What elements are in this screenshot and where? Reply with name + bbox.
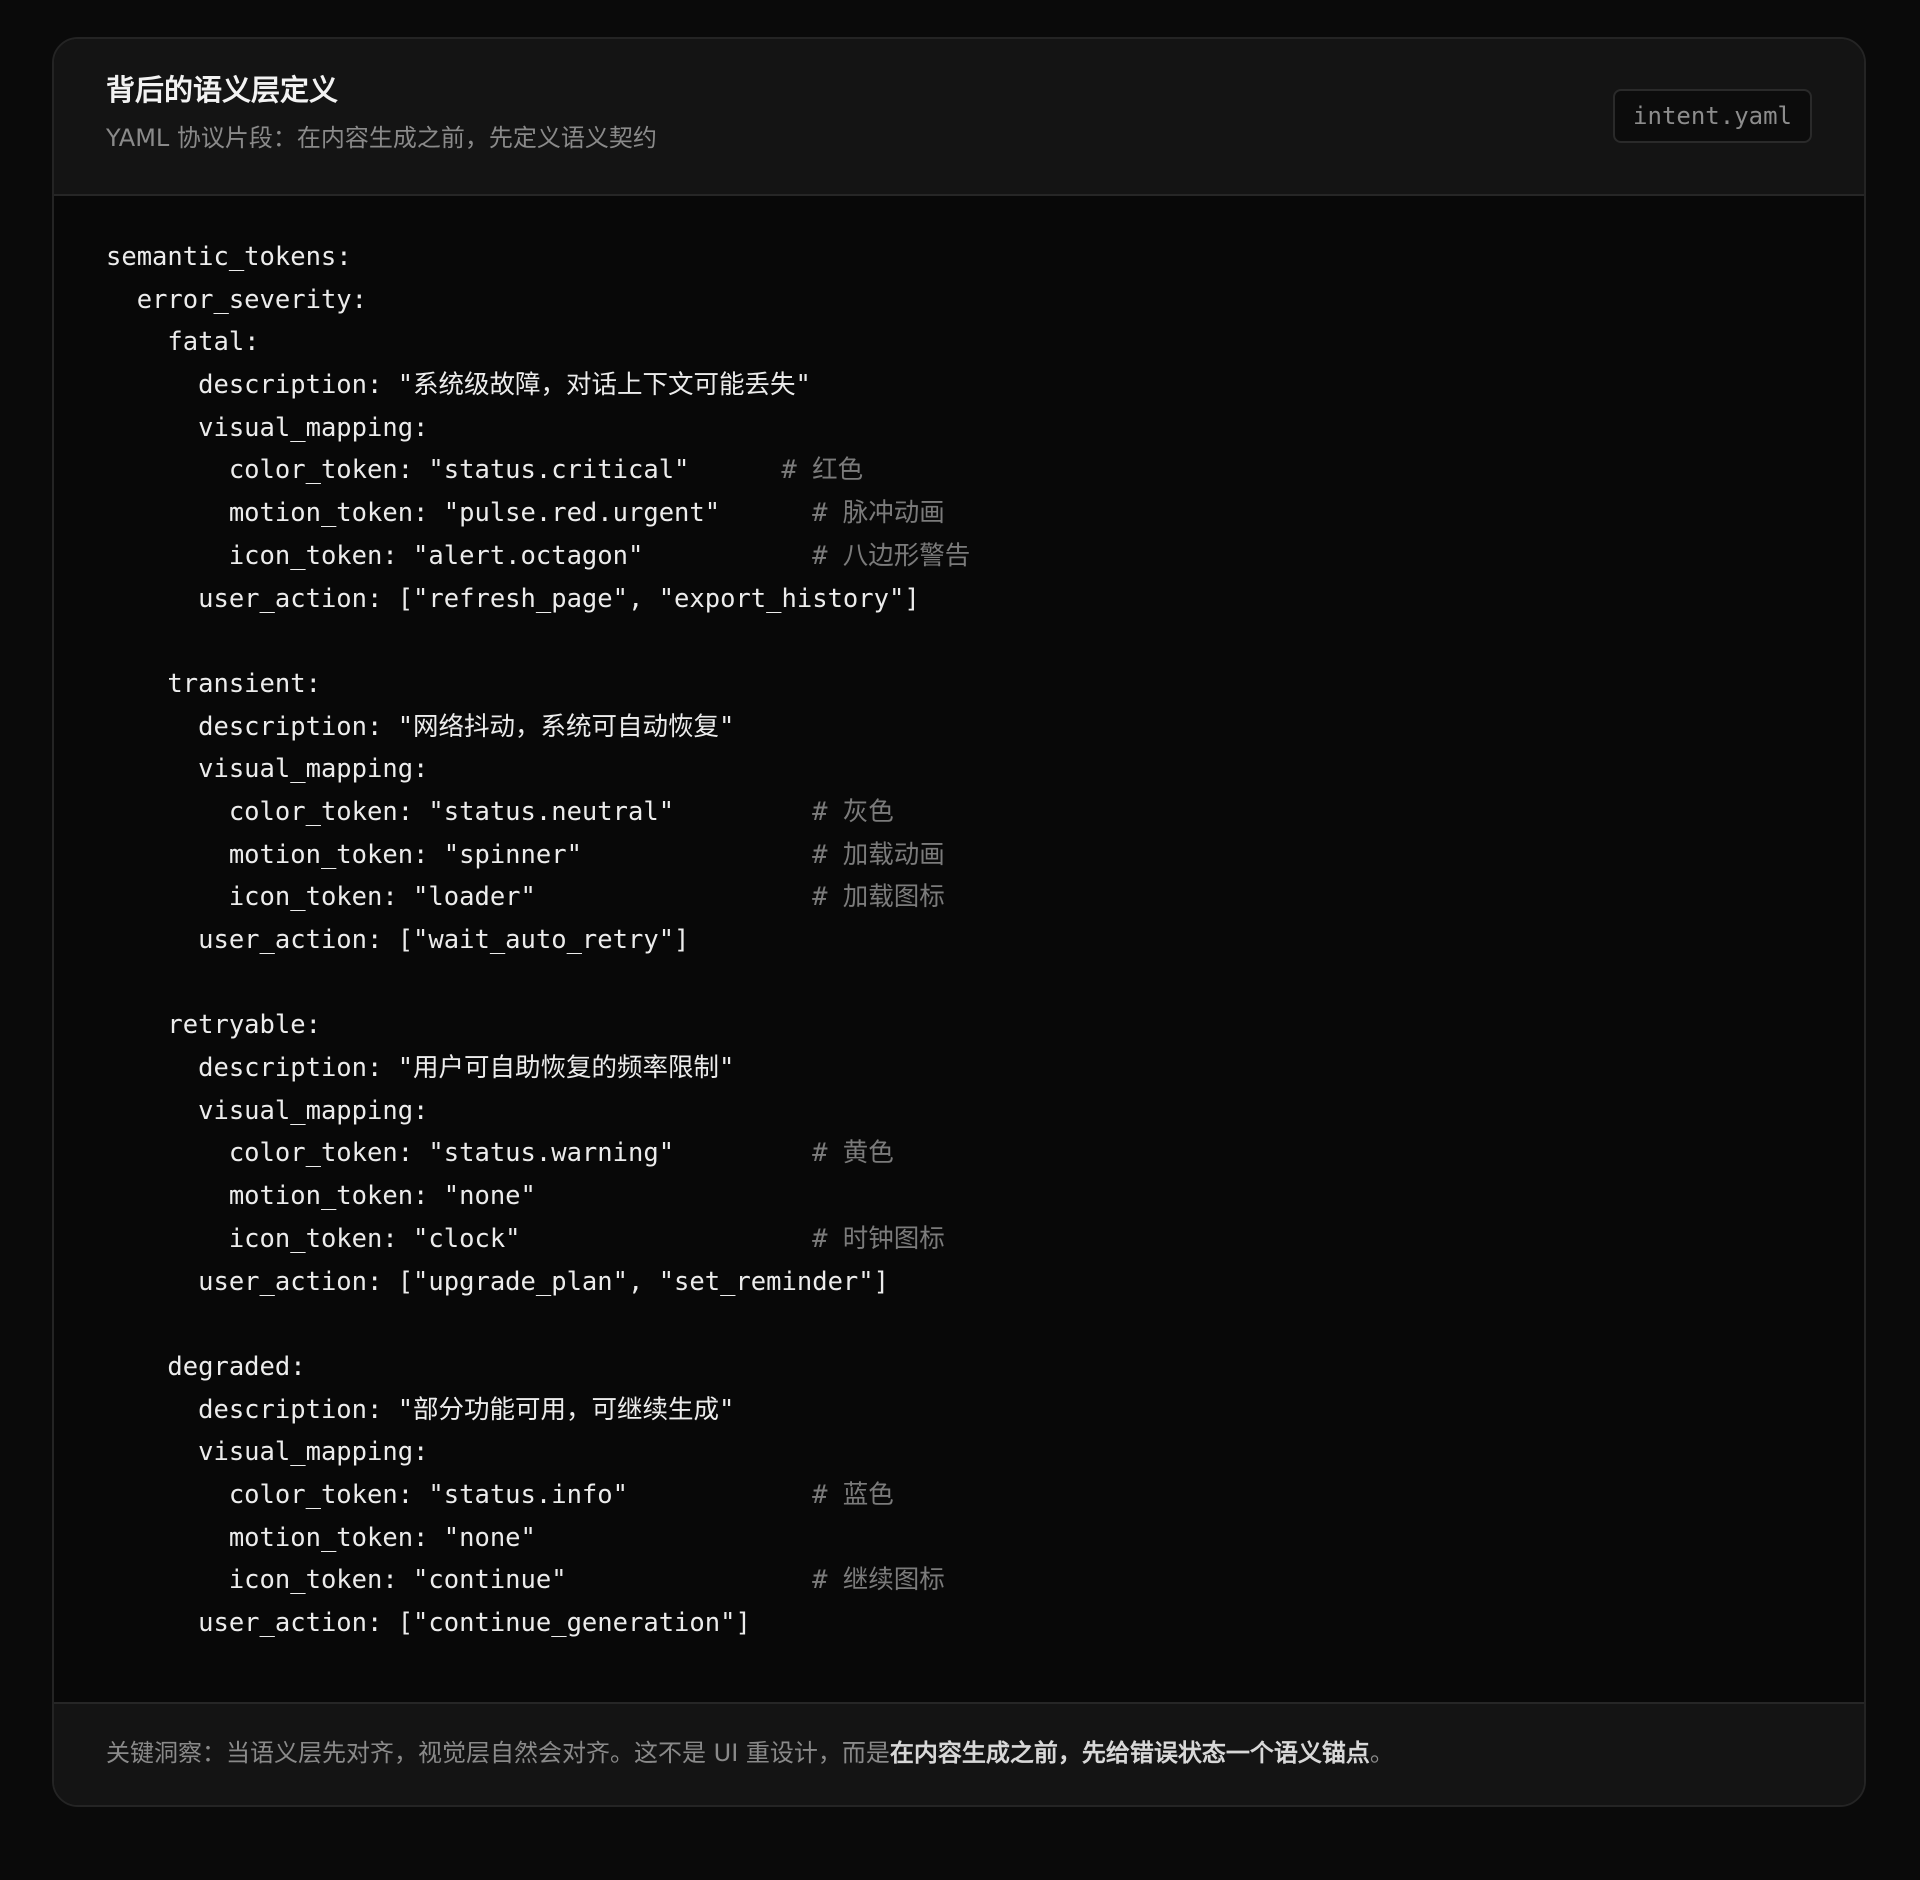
code-line-text: motion_token: "pulse.red.urgent"	[228, 498, 721, 529]
code-line-text: color_token: "status.warning"	[228, 1138, 675, 1169]
code-line-text: description: "系统级故障，对话上下文可能丢失"	[198, 370, 811, 401]
code-line: user_action: ["continue_generation"]	[106, 1602, 920, 1645]
code-comment: # 黄色	[812, 1138, 894, 1169]
code-line: visual_mapping:	[106, 1090, 920, 1133]
code-line-text: icon_token: "clock"	[228, 1223, 521, 1254]
key-insight-text: 关键洞察：当语义层先对齐，视觉层自然会对齐。这不是 UI 重设计，而是在内容生成…	[106, 1738, 1394, 1769]
code-line: icon_token: "continue" # 继续图标	[106, 1559, 945, 1602]
code-line-text: visual_mapping:	[198, 412, 429, 443]
code-line: motion_token: "none"	[106, 1175, 920, 1218]
code-comment: # 继续图标	[812, 1565, 945, 1596]
code-comment: # 加载动画	[812, 839, 945, 870]
code-line: semantic_tokens:	[106, 236, 920, 279]
code-line-text: retryable:	[167, 1010, 321, 1041]
code-line: icon_token: "alert.octagon" # 八边形警告	[106, 535, 970, 578]
code-line: description: "用户可自助恢复的频率限制"	[106, 1047, 920, 1090]
code-line: fatal:	[106, 321, 920, 364]
code-line: degraded:	[106, 1346, 920, 1389]
code-line-text: transient:	[167, 668, 321, 699]
code-line-text: motion_token: "none"	[228, 1181, 536, 1212]
code-line: user_action: ["refresh_page", "export_hi…	[106, 578, 920, 621]
key-insight-suffix: 。	[1369, 1739, 1394, 1767]
code-comment: # 时钟图标	[812, 1223, 945, 1254]
yaml-code: semantic_tokens: error_severity: fatal: …	[106, 236, 970, 1645]
code-comment: # 灰色	[812, 796, 894, 827]
code-comment: # 蓝色	[812, 1479, 894, 1510]
file-name-badge: intent.yaml	[1613, 89, 1812, 143]
code-line: icon_token: "clock" # 时钟图标	[106, 1218, 945, 1261]
code-line-text: icon_token: "alert.octagon"	[228, 540, 644, 571]
code-line-text: description: "网络抖动，系统可自动恢复"	[198, 711, 735, 742]
code-line-text: user_action: ["upgrade_plan", "set_remin…	[198, 1266, 889, 1297]
code-line: icon_token: "loader" # 加载图标	[106, 876, 945, 919]
panel-footer: 关键洞察：当语义层先对齐，视觉层自然会对齐。这不是 UI 重设计，而是在内容生成…	[54, 1702, 1864, 1805]
panel-subtitle: YAML 协议片段：在内容生成之前，先定义语义契约	[106, 124, 657, 152]
code-line-text: icon_token: "continue"	[228, 1565, 567, 1596]
code-line-text: visual_mapping:	[198, 754, 429, 785]
code-line: motion_token: "none"	[106, 1517, 920, 1560]
code-comment: # 脉冲动画	[812, 498, 945, 529]
code-line-text: semantic_tokens:	[106, 242, 352, 272]
panel-title: 背后的语义层定义	[106, 73, 339, 107]
code-line-text: user_action: ["refresh_page", "export_hi…	[198, 583, 920, 614]
code-line: transient:	[106, 663, 920, 706]
code-comment: # 红色	[781, 455, 864, 486]
code-line-text: color_token: "status.neutral"	[228, 796, 675, 827]
code-line: motion_token: "pulse.red.urgent" # 脉冲动画	[106, 492, 945, 535]
code-line: visual_mapping:	[106, 748, 920, 791]
code-line: user_action: ["upgrade_plan", "set_remin…	[106, 1261, 920, 1304]
code-line: description: "系统级故障，对话上下文可能丢失"	[106, 364, 920, 407]
code-comment: # 加载图标	[812, 882, 945, 913]
code-line: motion_token: "spinner" # 加载动画	[106, 834, 945, 877]
code-line: description: "网络抖动，系统可自动恢复"	[106, 706, 920, 749]
code-line: description: "部分功能可用，可继续生成"	[106, 1389, 920, 1432]
code-line-text: icon_token: "loader"	[228, 882, 536, 913]
code-line: color_token: "status.critical" # 红色	[106, 449, 920, 492]
key-insight-prefix: 关键洞察：当语义层先对齐，视觉层自然会对齐。这不是 UI 重设计，而是	[106, 1739, 890, 1767]
code-line-text: color_token: "status.info"	[228, 1479, 628, 1510]
code-line-text: visual_mapping:	[198, 1095, 429, 1126]
code-line: error_severity:	[106, 279, 920, 322]
code-line: color_token: "status.neutral" # 灰色	[106, 791, 920, 834]
code-line: user_action: ["wait_auto_retry"]	[106, 919, 920, 962]
code-line: color_token: "status.info" # 蓝色	[106, 1474, 920, 1517]
code-line-text: fatal:	[167, 327, 260, 358]
code-line-text: user_action: ["wait_auto_retry"]	[198, 925, 690, 955]
code-block: semantic_tokens: error_severity: fatal: …	[54, 196, 1864, 1708]
code-line: color_token: "status.warning" # 黄色	[106, 1132, 920, 1175]
semantic-layer-panel: 背后的语义层定义 YAML 协议片段：在内容生成之前，先定义语义契约 inten…	[52, 37, 1866, 1807]
code-line-text: degraded:	[167, 1351, 306, 1382]
code-line: visual_mapping:	[106, 1431, 920, 1474]
code-line-text: description: "用户可自助恢复的频率限制"	[198, 1053, 735, 1084]
code-line-text: user_action: ["continue_generation"]	[198, 1608, 751, 1638]
code-line: visual_mapping:	[106, 407, 920, 450]
code-line-text: description: "部分功能可用，可继续生成"	[198, 1394, 735, 1425]
code-line-text: visual_mapping:	[198, 1437, 429, 1468]
key-insight-emphasis: 在内容生成之前，先给错误状态一个语义锚点	[889, 1739, 1370, 1767]
code-line-text: color_token: "status.critical"	[228, 455, 690, 486]
code-line-text: motion_token: "none"	[228, 1522, 536, 1553]
code-line-text: motion_token: "spinner"	[228, 839, 582, 870]
code-comment: # 八边形警告	[812, 540, 971, 571]
panel-header: 背后的语义层定义 YAML 协议片段：在内容生成之前，先定义语义契约 inten…	[54, 39, 1864, 196]
code-line-text: error_severity:	[136, 284, 368, 315]
code-line: retryable:	[106, 1004, 920, 1047]
